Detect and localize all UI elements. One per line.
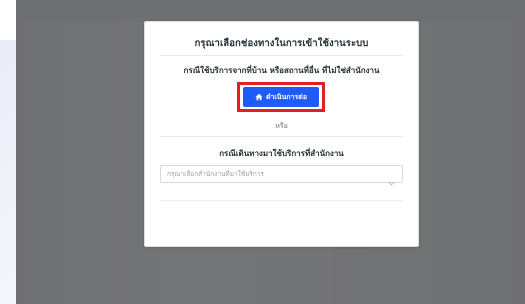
chevron-down-icon [388, 171, 395, 186]
left-background-accent [0, 40, 16, 304]
modal-bottom-divider [160, 200, 403, 201]
modal-title: กรุณาเลือกช่องทางในการเข้าใช้งานระบบ [194, 38, 369, 49]
home-icon [255, 93, 263, 101]
or-separator-label: หรือ [275, 122, 288, 130]
proceed-button[interactable]: ดำเนินการต่อ [243, 87, 319, 107]
office-select-value: กรุณาเลือกสำนักงานที่มาใช้บริการ [167, 170, 264, 178]
office-select[interactable]: กรุณาเลือกสำนักงานที่มาใช้บริการ [160, 165, 403, 186]
top-bar [16, 0, 525, 22]
proceed-button-label: ดำเนินการต่อ [265, 92, 308, 101]
remote-service-caption: กรณีใช้บริการจากที่บ้าน หรือสถานที่อื่น … [183, 66, 380, 75]
screen: กรุณาเลือกช่องทางในการเข้าใช้งานระบบ กรณ… [16, 0, 525, 304]
office-service-caption: กรณีเดินทางมาใช้บริการที่สำนักงาน [219, 149, 344, 158]
access-channel-modal: กรุณาเลือกช่องทางในการเข้าใช้งานระบบ กรณ… [144, 21, 419, 247]
section-divider [160, 136, 403, 137]
title-divider [160, 55, 403, 56]
